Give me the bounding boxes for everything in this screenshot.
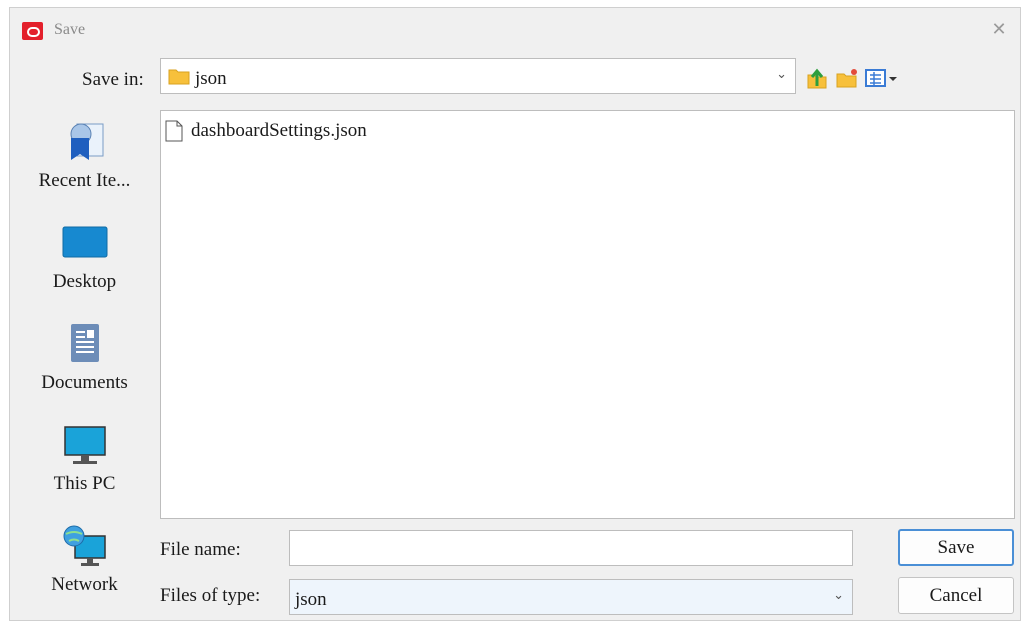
save-dialog: Save ✕ Save in: json ⌄ Recent Ite... Des… (9, 7, 1021, 621)
file-type-value: json (295, 589, 327, 610)
save-in-label: Save in: (82, 69, 144, 90)
place-label: Documents (41, 372, 128, 393)
desktop-icon (62, 226, 107, 258)
folder-icon (168, 67, 190, 90)
new-folder-icon (836, 69, 857, 88)
place-this-pc[interactable]: This PC (14, 409, 155, 505)
up-folder-icon (807, 68, 827, 89)
place-label: Recent Ite... (38, 170, 131, 191)
new-folder-button[interactable] (835, 66, 859, 90)
place-label: This PC (53, 473, 116, 494)
file-name: dashboardSettings.json (191, 120, 367, 141)
file-type-label: Files of type: (160, 585, 261, 606)
file-name-input[interactable] (289, 530, 853, 566)
save-in-combo[interactable]: json ⌄ (160, 58, 796, 94)
cancel-button[interactable]: Cancel (898, 577, 1014, 614)
recent-items-icon (70, 123, 103, 160)
oracle-app-icon (22, 22, 43, 40)
network-icon (63, 525, 106, 566)
place-recent-items[interactable]: Recent Ite... (14, 106, 155, 202)
places-bar: Recent Ite... Desktop Documents This PC … (14, 106, 155, 616)
view-menu-icon (865, 69, 897, 87)
window-title: Save (54, 21, 86, 38)
place-documents[interactable]: Documents (14, 308, 155, 404)
file-icon (165, 120, 183, 142)
close-button[interactable]: ✕ (986, 18, 1012, 42)
list-item[interactable]: dashboardSettings.json (165, 119, 367, 143)
place-label: Network (51, 574, 118, 595)
this-pc-icon (63, 426, 106, 464)
title-bar: Save ✕ (10, 8, 1020, 52)
documents-icon (70, 324, 99, 362)
file-list[interactable]: dashboardSettings.json (160, 110, 1015, 519)
place-desktop[interactable]: Desktop (14, 207, 155, 303)
file-type-select[interactable]: json ⌄ (289, 579, 853, 615)
up-folder-button[interactable] (805, 66, 829, 90)
save-button[interactable]: Save (898, 529, 1014, 566)
file-name-label: File name: (160, 539, 241, 560)
save-in-value: json (195, 68, 227, 89)
chevron-down-icon: ⌄ (833, 588, 844, 603)
view-menu-button[interactable] (865, 66, 899, 90)
place-network[interactable]: Network (14, 510, 155, 606)
chevron-down-icon: ⌄ (776, 67, 787, 82)
close-icon: ✕ (991, 19, 1007, 40)
place-label: Desktop (52, 271, 117, 292)
